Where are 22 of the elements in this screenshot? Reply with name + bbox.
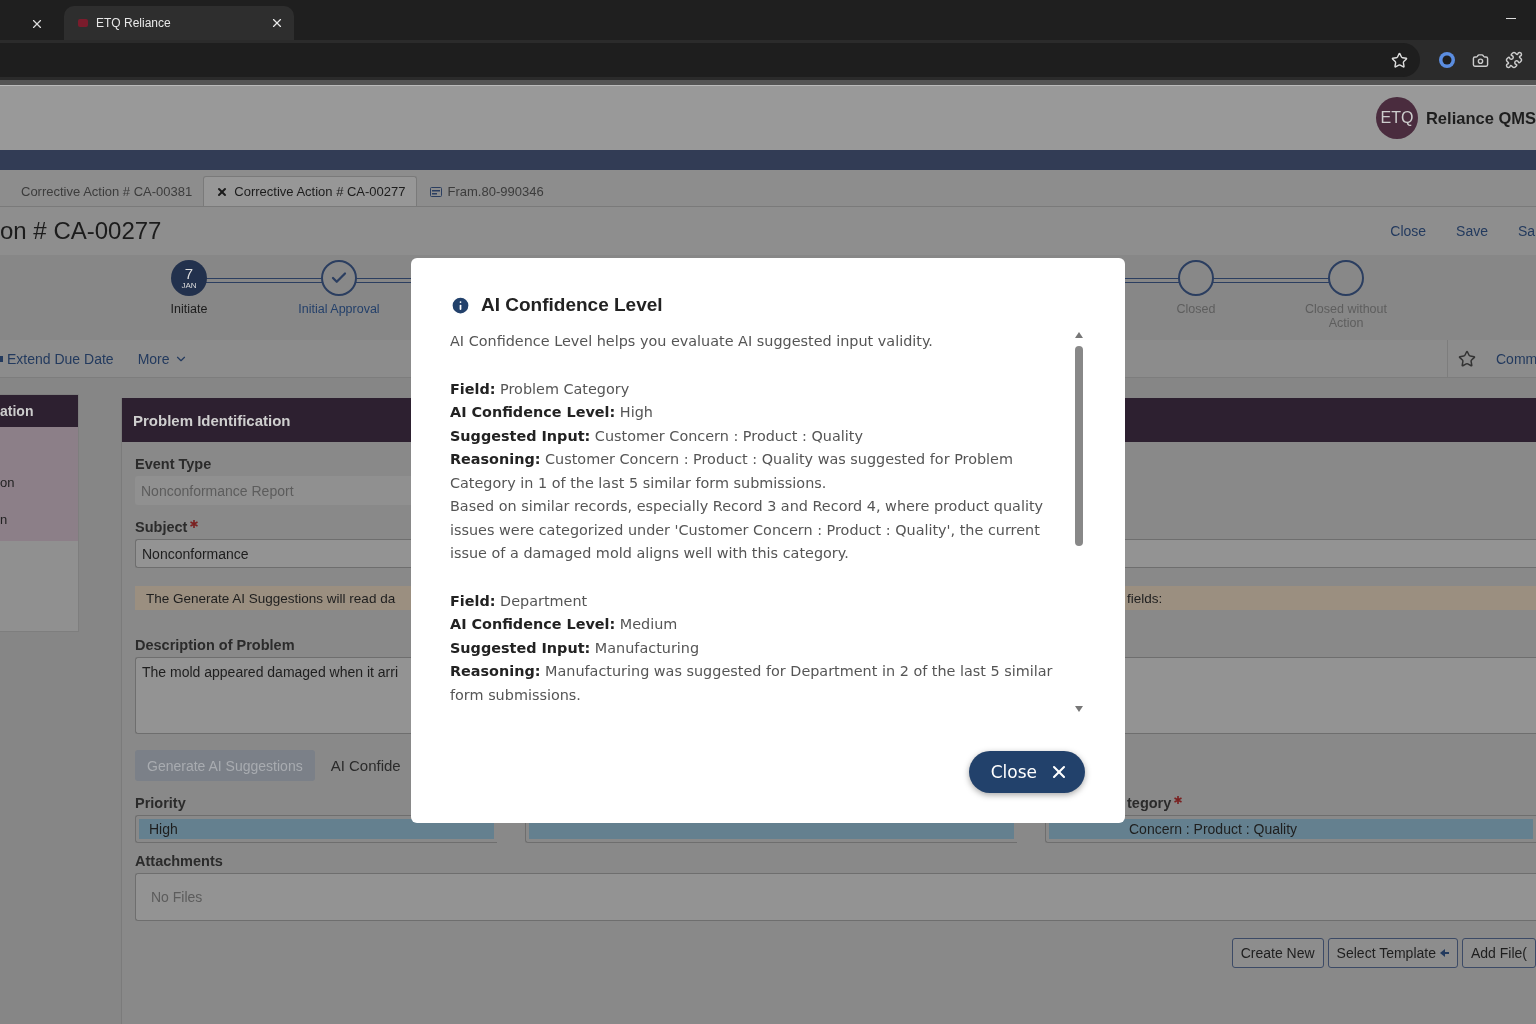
detail-line: Field: Problem Category (450, 379, 631, 399)
detail-line: AI Confidence Level: High (450, 403, 654, 422)
detail-line: Field: Department (450, 591, 589, 611)
detail-note: Based on similar records, especially Record 3 and Record 4, where product quality issues were categorized under 'Customer Concern : Product : Quality', the current issue of a damaged mold aligns well with this category. (450, 497, 1045, 563)
detail-line: Reasoning: Customer Concern : Product : Quality was suggested for Problem Category in 1 of the last 5 similar form submissions. (450, 450, 1014, 493)
detail-line: AI Confidence Level: Medium (450, 615, 679, 634)
field-label: Priority (135, 795, 186, 811)
field-label: tegory (1045, 795, 1183, 811)
date-marker: 7 JAN (171, 260, 207, 296)
field-label: Description of Problem (135, 637, 295, 653)
dialog-title: AI Confidence Level (481, 294, 663, 316)
notice-text: The Generate AI Suggestions will read da (146, 590, 396, 606)
detail-line: Suggested Input: Manufacturing (450, 638, 701, 658)
sidebar-header: ation (0, 395, 78, 427)
field-label: Attachments (135, 853, 223, 869)
field-label: Event Type (135, 456, 212, 472)
field-label: Subject (135, 519, 199, 535)
notice-text: fields: (1127, 590, 1164, 606)
product-name: Reliance QMS (1425, 108, 1536, 128)
record-title: on # CA-00277 (0, 217, 163, 245)
detail-line: Reasoning: Manufacturing was suggested for Department in 2 of the last 5 similar form submissions. (450, 662, 1054, 705)
intro-text: AI Confidence Level helps you evaluate AI suggested input validity. (450, 332, 934, 351)
